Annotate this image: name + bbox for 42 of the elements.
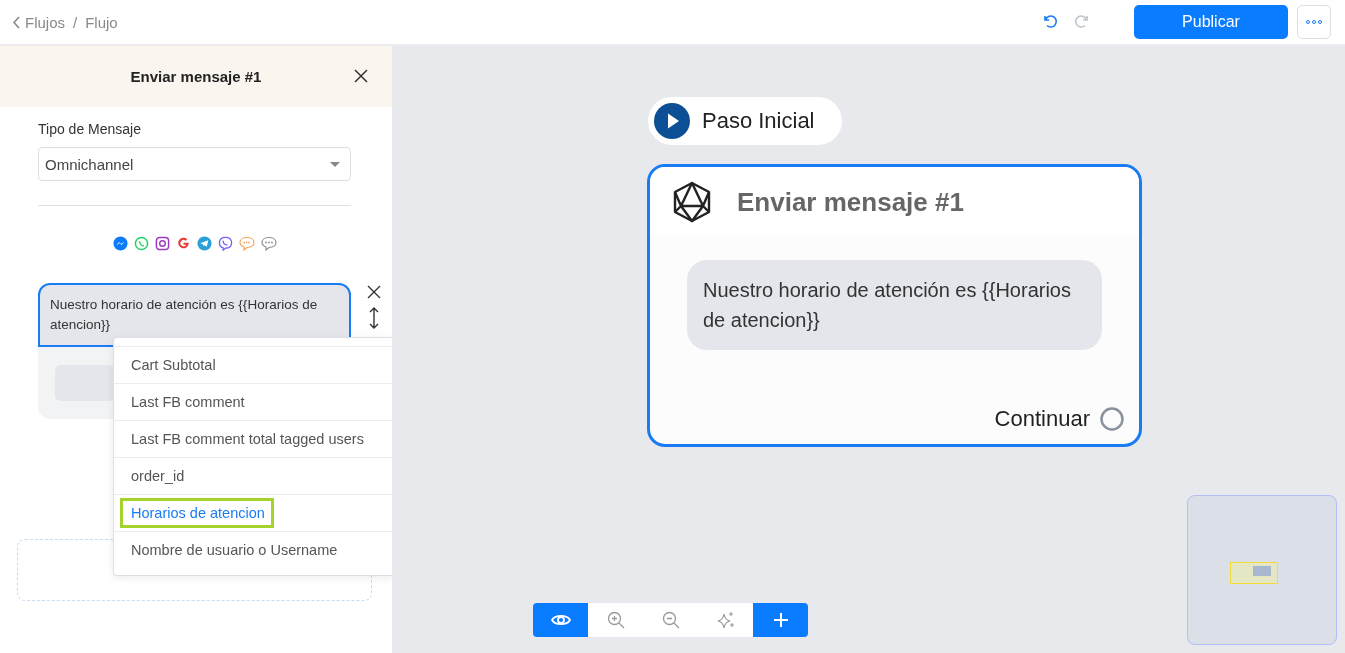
back-icon [12, 15, 20, 29]
message-type-select[interactable]: Omnichannel [38, 147, 351, 181]
caret-icon [330, 161, 340, 167]
auto-arrange-button[interactable] [698, 603, 753, 637]
next-label: Continuar [994, 406, 1090, 432]
google-icon [175, 236, 191, 251]
telegram-icon [196, 236, 212, 251]
publish-button[interactable]: Publicar [1134, 5, 1288, 39]
field-label: Tipo de Mensaje [38, 121, 142, 137]
menu-item[interactable]: Horarios de atencion [114, 494, 393, 531]
sms-icon [238, 236, 255, 251]
play-icon [654, 103, 690, 139]
sparkle-icon [716, 611, 735, 629]
viber-icon [217, 236, 233, 251]
message-bubble: Nuestro horario de atención es {{Horarios de atencion}} [687, 260, 1102, 350]
undo-icon[interactable] [1041, 13, 1059, 31]
start-node[interactable]: Paso Inicial [648, 97, 842, 145]
instagram-icon [154, 236, 170, 251]
more-icon [1306, 20, 1322, 24]
polyhedron-icon [673, 181, 711, 223]
preview-button[interactable] [533, 603, 588, 637]
resize-icon[interactable] [367, 307, 381, 329]
connector-handle[interactable] [1100, 407, 1124, 431]
node-title: Enviar mensaje #1 [737, 186, 964, 218]
minimap-node [1253, 566, 1271, 576]
breadcrumb-current: Flujo [85, 13, 118, 31]
panel-title: Enviar mensaje #1 [130, 68, 262, 85]
message-node[interactable]: Enviar mensaje #1 Nuestro horario de atención es {{Horarios de atencion}} Continuar [647, 164, 1142, 447]
messenger-icon [112, 236, 128, 251]
close-icon[interactable] [354, 69, 368, 83]
zoom-out-icon [661, 611, 680, 629]
whatsapp-icon [133, 236, 149, 251]
chat-icon [260, 236, 277, 251]
start-node-label: Paso Inicial [702, 108, 815, 134]
zoom-in-button[interactable] [588, 603, 643, 637]
close-icon[interactable] [367, 285, 381, 299]
more-button[interactable] [1297, 5, 1331, 39]
eye-icon [550, 613, 571, 627]
plus-icon [772, 612, 789, 628]
add-button[interactable] [753, 603, 808, 637]
breadcrumb-separator: / [73, 13, 78, 31]
zoom-in-icon [606, 611, 625, 629]
